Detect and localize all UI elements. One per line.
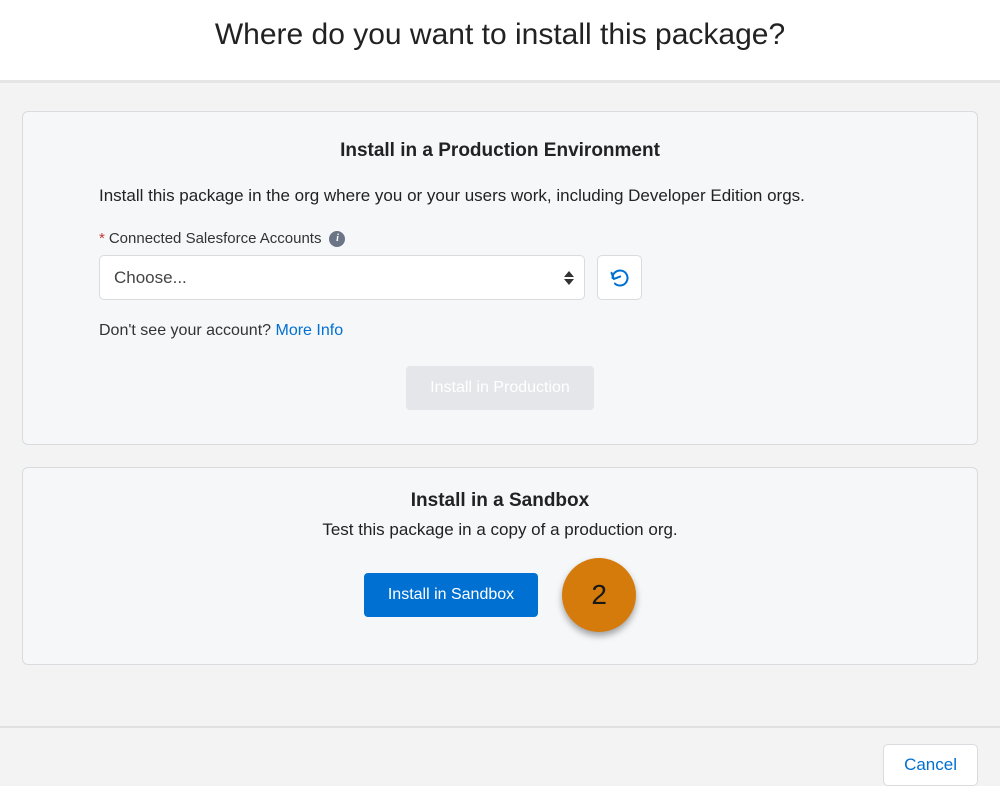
required-indicator: * [99,230,105,247]
production-card: Install in a Production Environment Inst… [22,111,978,445]
page-title: Where do you want to install this packag… [20,18,980,52]
install-sandbox-button[interactable]: Install in Sandbox [364,573,538,617]
page-header: Where do you want to install this packag… [0,0,1000,83]
more-info-link[interactable]: More Info [276,322,344,339]
sandbox-card-title: Install in a Sandbox [99,490,901,512]
production-card-desc: Install this package in the org where yo… [99,186,901,206]
refresh-icon [610,268,630,288]
sandbox-card: Install in a Sandbox Test this package i… [22,467,978,665]
production-card-title: Install in a Production Environment [99,140,901,162]
refresh-accounts-button[interactable] [597,255,642,300]
install-package-page: Where do you want to install this packag… [0,0,1000,786]
accounts-select[interactable]: Choose... [99,255,585,300]
production-button-row: Install in Production [99,366,901,410]
helper-text: Don't see your account? [99,322,276,339]
accounts-field-label: * Connected Salesforce Accounts i [99,230,901,247]
sandbox-button-row: Install in Sandbox 2 [99,558,901,632]
install-production-button: Install in Production [406,366,594,410]
page-footer: Cancel [0,726,1000,786]
select-arrows-icon [564,271,574,285]
accounts-helper: Don't see your account? More Info [99,322,901,340]
content-area: Install in a Production Environment Inst… [0,83,1000,726]
info-icon[interactable]: i [329,231,345,247]
accounts-label-text: Connected Salesforce Accounts [109,230,322,247]
cancel-button[interactable]: Cancel [883,744,978,786]
account-select-row: Choose... [99,255,901,300]
sandbox-card-desc: Test this package in a copy of a product… [99,520,901,540]
step-callout-badge: 2 [562,558,636,632]
accounts-select-value: Choose... [114,268,187,288]
